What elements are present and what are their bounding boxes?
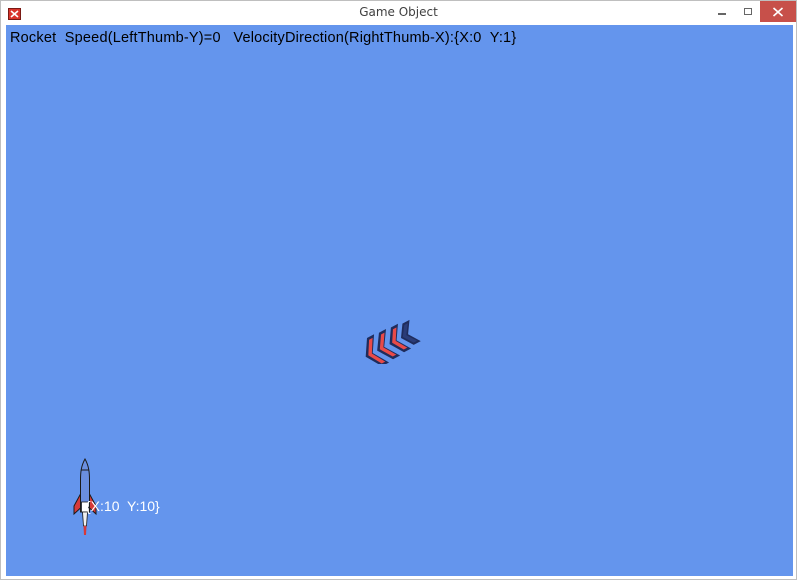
maximize-button[interactable] <box>735 1 760 22</box>
game-window: Game Object Rocket Speed(LeftThumb-Y)=0 … <box>0 0 797 580</box>
window-title: Game Object <box>359 5 438 19</box>
title-bar[interactable]: Game Object <box>1 1 796 25</box>
hud-status-text: Rocket Speed(LeftThumb-Y)=0 VelocityDire… <box>10 30 517 46</box>
rocket-position-label: {X:10 Y:10} <box>86 498 160 514</box>
minimize-icon <box>717 12 726 15</box>
game-canvas[interactable]: Rocket Speed(LeftThumb-Y)=0 VelocityDire… <box>6 25 793 576</box>
close-icon <box>772 6 784 17</box>
maximize-icon <box>743 7 752 15</box>
chevron-arrows-sprite <box>365 319 421 364</box>
close-button[interactable] <box>760 1 796 22</box>
minimize-button[interactable] <box>708 1 735 22</box>
